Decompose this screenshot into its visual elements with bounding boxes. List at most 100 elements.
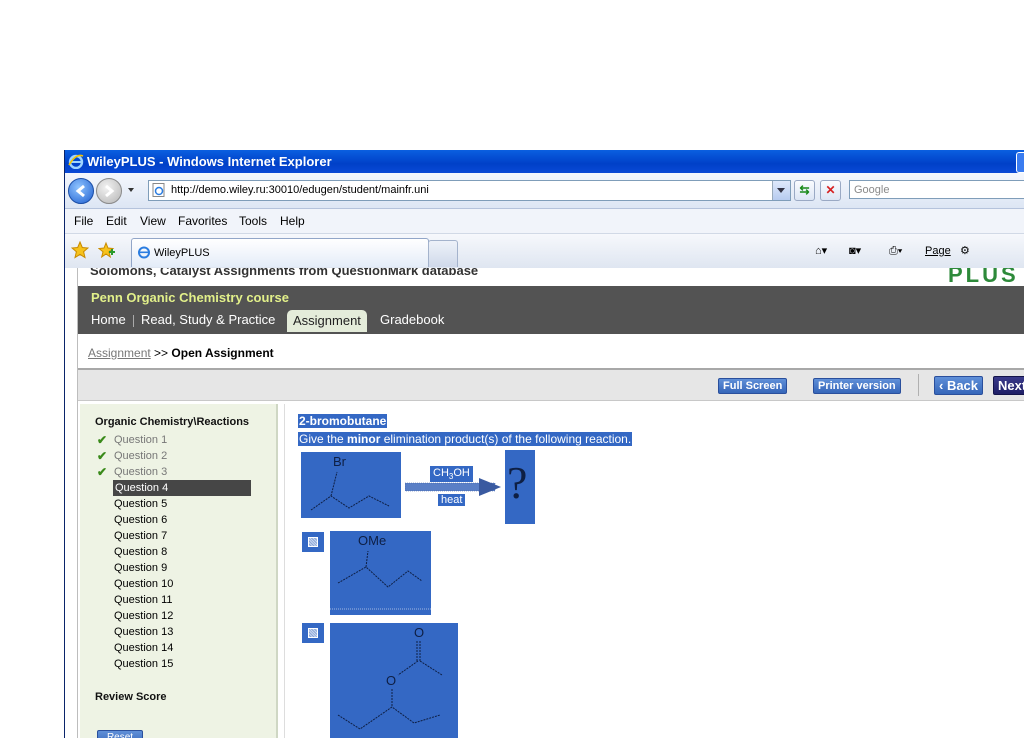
tab-gradebook[interactable]: Gradebook: [380, 310, 444, 330]
menu-view[interactable]: View: [140, 209, 166, 233]
reagent-rest: OH: [453, 467, 470, 479]
menu-bar: File Edit View Favorites Tools Help: [65, 209, 1024, 234]
browser-tab-wileyplus[interactable]: WileyPLUS: [131, 238, 429, 267]
back-page-button[interactable]: ‹ Back: [934, 376, 984, 395]
question-list-item[interactable]: Question 10: [97, 576, 267, 592]
url-dropdown-button[interactable]: [772, 181, 790, 200]
question-label: Question 12: [114, 610, 174, 622]
check-icon: ✔: [97, 433, 108, 447]
reset-button[interactable]: Reset: [97, 730, 143, 738]
course-nav-bar: Penn Organic Chemistry course Home Read,…: [78, 286, 1024, 334]
url-input[interactable]: http://demo.wiley.ru:30010/edugen/studen…: [148, 180, 791, 201]
stop-button[interactable]: ✕: [820, 180, 841, 201]
course-header: Solomons, Catalyst Assignments from Ques…: [78, 268, 1024, 287]
question-list: ✔ Question 1 ✔ Question 2 ✔ Question 3 Questio…: [97, 432, 267, 672]
question-label: Question 9: [114, 562, 168, 574]
forward-arrow-icon: [105, 184, 115, 198]
unknown-product-mark: ?: [507, 457, 528, 508]
question-label: Question 15: [114, 658, 174, 670]
option-1-ome-label: OMe: [358, 533, 387, 548]
back-button[interactable]: [68, 178, 94, 204]
page-ie-icon: [152, 183, 165, 197]
ie-logo-icon: [68, 154, 84, 169]
browser-tab-label: WileyPLUS: [154, 247, 210, 259]
window-title: WileyPLUS - Windows Internet Explorer: [87, 154, 332, 169]
menu-favorites[interactable]: Favorites: [178, 209, 227, 233]
question-list-item[interactable]: Question 5: [97, 496, 267, 512]
page-menu[interactable]: Page: [925, 242, 951, 260]
option-2-checkbox[interactable]: [302, 623, 324, 643]
reagent-label: CH3OH: [430, 466, 473, 483]
feeds-icon[interactable]: ◙▾: [849, 242, 861, 260]
question-label: Question 13: [114, 626, 174, 638]
new-tab-button[interactable]: [428, 240, 458, 267]
reactant-structure: Br: [301, 452, 401, 518]
back-arrow-icon: [75, 184, 85, 198]
question-label: Question 10: [114, 578, 174, 590]
question-label: Question 2: [114, 450, 168, 462]
question-list-item[interactable]: Question 9: [97, 560, 267, 576]
question-list-item[interactable]: ✔ Question 3: [97, 464, 267, 480]
reagent-base: CH: [433, 467, 449, 479]
question-label: Question 1: [114, 434, 168, 446]
question-list-item[interactable]: Question 14: [97, 640, 267, 656]
check-icon: ✔: [97, 465, 108, 479]
favorites-star-icon[interactable]: [71, 241, 89, 259]
print-icon[interactable]: ⎙▾: [889, 242, 902, 260]
option-2-carbonyl-o: O: [414, 625, 425, 640]
wileyplus-frame: Solomons, Catalyst Assignments from Ques…: [77, 268, 1024, 738]
tab-divider: [133, 315, 134, 327]
check-icon: ✔: [97, 449, 108, 463]
question-list-item[interactable]: ✔ Question 1: [97, 432, 267, 448]
assignment-toolbar: Full Screen Printer version ‹ Back Next: [78, 368, 1024, 401]
url-text: http://demo.wiley.ru:30010/edugen/studen…: [171, 184, 429, 196]
question-list-item[interactable]: Question 7: [97, 528, 267, 544]
breadcrumb-current: Open Assignment: [171, 346, 274, 360]
question-panel: 2-bromobutane Give the minor elimination…: [284, 404, 1024, 738]
question-list-item[interactable]: Question 6: [97, 512, 267, 528]
option-1-checkbox[interactable]: [302, 532, 324, 552]
question-list-item[interactable]: Question 15: [97, 656, 267, 672]
question-label: Question 11: [114, 594, 173, 606]
window-controls[interactable]: [1016, 152, 1024, 173]
tools-gear-icon[interactable]: ⚙: [960, 242, 970, 260]
assignment-source-title: Solomons, Catalyst Assignments from Ques…: [90, 268, 479, 278]
search-input[interactable]: Google: [849, 180, 1024, 199]
tab-home[interactable]: Home: [91, 310, 126, 330]
question-label: Question 14: [114, 642, 174, 654]
refresh-button[interactable]: ⇆: [794, 180, 815, 201]
question-text-before: Give the: [299, 432, 348, 446]
home-icon[interactable]: ⌂▾: [815, 242, 827, 260]
question-list-item[interactable]: Question 12: [97, 608, 267, 624]
condition-label: heat: [438, 494, 466, 506]
option-2-structure[interactable]: O O: [330, 623, 458, 738]
product-unknown: ?: [505, 450, 535, 524]
option-2-ester-o: O: [386, 673, 397, 688]
menu-help[interactable]: Help: [280, 209, 305, 233]
full-screen-button[interactable]: Full Screen: [718, 378, 788, 394]
menu-file[interactable]: File: [74, 209, 93, 233]
question-list-item[interactable]: Question 13: [97, 624, 267, 640]
question-list-item[interactable]: Question 4: [97, 480, 267, 496]
breadcrumb-assignment-link[interactable]: Assignment: [88, 346, 151, 360]
option-1-structure[interactable]: OMe: [330, 531, 431, 615]
question-list-item[interactable]: ✔ Question 2: [97, 448, 267, 464]
question-text-after: elimination product(s) of the following …: [380, 432, 632, 446]
forward-button[interactable]: [96, 178, 122, 204]
tab-read-study-practice[interactable]: Read, Study & Practice: [141, 310, 275, 330]
menu-edit[interactable]: Edit: [106, 209, 127, 233]
title-bar: WileyPLUS - Windows Internet Explorer: [65, 150, 1024, 173]
breadcrumb-separator: >>: [154, 346, 169, 360]
question-text: Give the minor elimination product(s) of…: [298, 432, 633, 446]
add-favorite-icon[interactable]: [98, 241, 116, 259]
printer-version-button[interactable]: Printer version: [813, 378, 901, 394]
next-button[interactable]: Next: [993, 376, 1024, 395]
history-dropdown-icon[interactable]: [128, 188, 134, 192]
menu-tools[interactable]: Tools: [239, 209, 267, 233]
tab-assignment[interactable]: Assignment: [287, 310, 367, 332]
question-title: 2-bromobutane: [298, 414, 388, 428]
question-list-item[interactable]: Question 11: [97, 592, 267, 608]
tab-ie-icon: [138, 246, 150, 259]
review-score-heading: Review Score: [95, 691, 167, 703]
question-list-item[interactable]: Question 8: [97, 544, 267, 560]
